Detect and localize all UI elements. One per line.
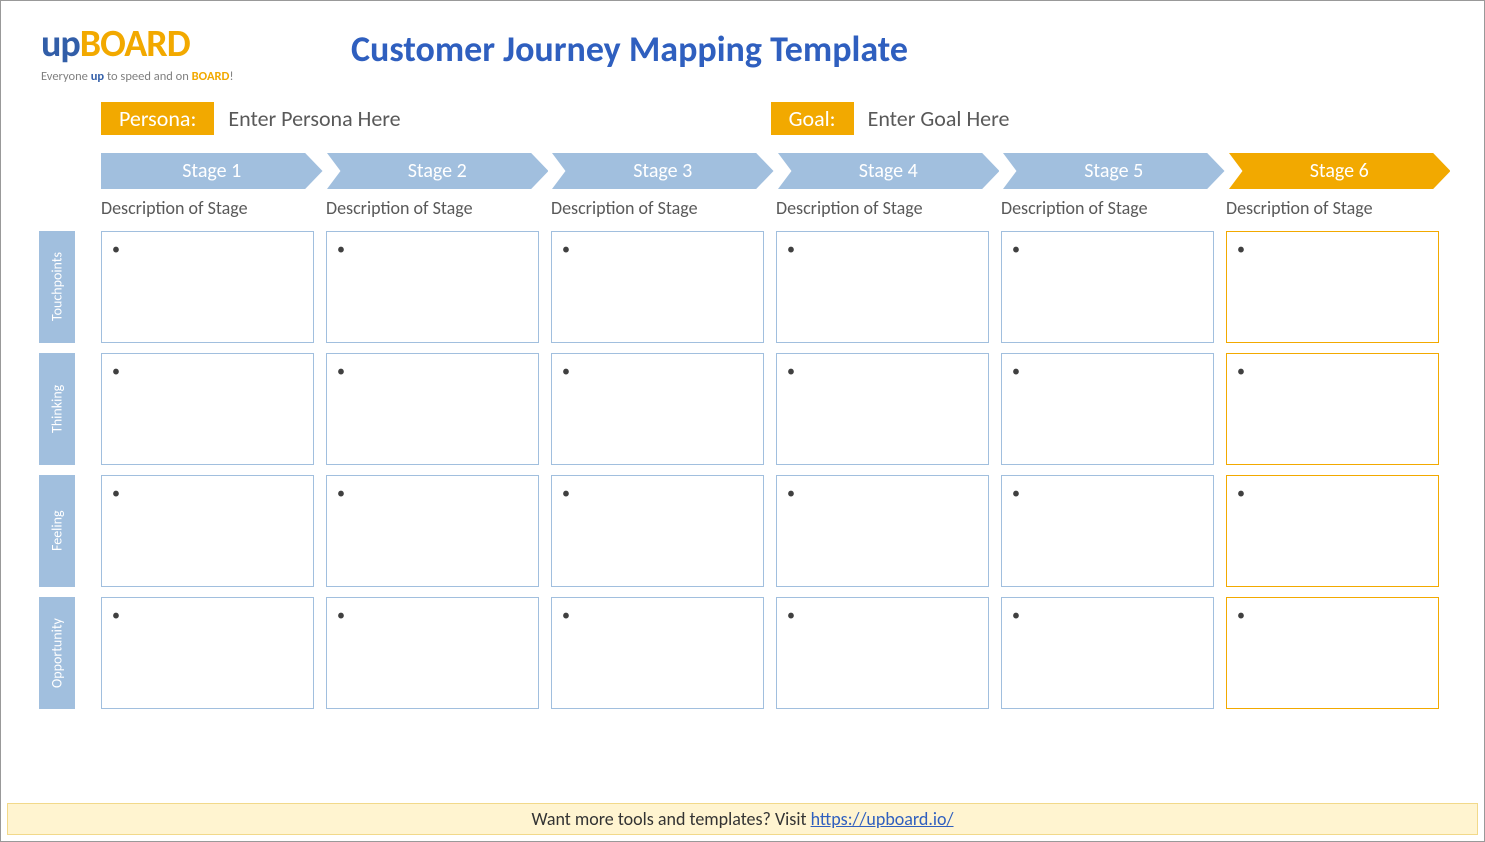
cell-touchpoints-stage4[interactable] bbox=[776, 231, 989, 343]
cell-touchpoints-stage1[interactable] bbox=[101, 231, 314, 343]
cell-thinking-stage2[interactable] bbox=[326, 353, 539, 465]
cell-thinking-stage4[interactable] bbox=[776, 353, 989, 465]
goal-input[interactable]: Enter Goal Here bbox=[868, 105, 1010, 132]
row-label-feeling: Feeling bbox=[39, 475, 75, 587]
grid-col-2 bbox=[326, 231, 539, 709]
cell-feeling-stage1[interactable] bbox=[101, 475, 314, 587]
stage-name: Stage 4 bbox=[859, 159, 918, 183]
logo: upBOARD bbox=[41, 21, 321, 67]
row-label-opportunity: Opportunity bbox=[39, 597, 75, 709]
inputs-row: Persona: Enter Persona Here Goal: Enter … bbox=[1, 84, 1484, 135]
stage-desc-3[interactable]: Description of Stage bbox=[551, 197, 764, 219]
footer-bar: Want more tools and templates? Visit htt… bbox=[7, 803, 1478, 835]
stage-desc-2[interactable]: Description of Stage bbox=[326, 197, 539, 219]
persona-label: Persona: bbox=[101, 102, 214, 135]
cell-feeling-stage6[interactable] bbox=[1226, 475, 1439, 587]
row-label-thinking: Thinking bbox=[39, 353, 75, 465]
goal-block: Goal: Enter Goal Here bbox=[771, 102, 1010, 135]
stage-desc-4[interactable]: Description of Stage bbox=[776, 197, 989, 219]
cell-touchpoints-stage2[interactable] bbox=[326, 231, 539, 343]
cell-opportunity-stage5[interactable] bbox=[1001, 597, 1214, 709]
row-labels: Touchpoints Thinking Feeling Opportunity bbox=[39, 231, 89, 709]
stage-desc-6[interactable]: Description of Stage bbox=[1226, 197, 1439, 219]
stage-desc-row: Description of Stage Description of Stage… bbox=[1, 189, 1484, 219]
cell-feeling-stage5[interactable] bbox=[1001, 475, 1214, 587]
stage-name: Stage 5 bbox=[1084, 159, 1143, 183]
cell-opportunity-stage1[interactable] bbox=[101, 597, 314, 709]
stage-name: Stage 2 bbox=[408, 159, 467, 183]
cell-thinking-stage6[interactable] bbox=[1226, 353, 1439, 465]
grid-col-6 bbox=[1226, 231, 1439, 709]
cell-feeling-stage4[interactable] bbox=[776, 475, 989, 587]
stage-chevron-1: Stage 1 bbox=[101, 153, 323, 189]
stage-chevron-4: Stage 4 bbox=[778, 153, 1000, 189]
cell-opportunity-stage3[interactable] bbox=[551, 597, 764, 709]
cell-thinking-stage3[interactable] bbox=[551, 353, 764, 465]
grid-col-1 bbox=[101, 231, 314, 709]
cell-feeling-stage2[interactable] bbox=[326, 475, 539, 587]
goal-label: Goal: bbox=[771, 102, 854, 135]
stage-chevron-6: Stage 6 bbox=[1229, 153, 1451, 189]
footer-link[interactable]: https://upboard.io/ bbox=[811, 808, 954, 830]
logo-part-board: BOARD bbox=[80, 21, 190, 67]
stage-name: Stage 3 bbox=[633, 159, 692, 183]
cell-touchpoints-stage6[interactable] bbox=[1226, 231, 1439, 343]
stage-desc-1[interactable]: Description of Stage bbox=[101, 197, 314, 219]
row-label-touchpoints: Touchpoints bbox=[39, 231, 75, 343]
cell-touchpoints-stage5[interactable] bbox=[1001, 231, 1214, 343]
grid-area: Touchpoints Thinking Feeling Opportunity bbox=[1, 219, 1484, 709]
cell-touchpoints-stage3[interactable] bbox=[551, 231, 764, 343]
cell-thinking-stage5[interactable] bbox=[1001, 353, 1214, 465]
cell-opportunity-stage6[interactable] bbox=[1226, 597, 1439, 709]
grid-columns bbox=[101, 231, 1439, 709]
stage-name: Stage 6 bbox=[1310, 159, 1369, 183]
grid-col-3 bbox=[551, 231, 764, 709]
stage-chevron-5: Stage 5 bbox=[1003, 153, 1225, 189]
stage-chevron-2: Stage 2 bbox=[327, 153, 549, 189]
stage-chevron-3: Stage 3 bbox=[552, 153, 774, 189]
tagline: Everyone up to speed and on BOARD! bbox=[41, 69, 321, 84]
cell-thinking-stage1[interactable] bbox=[101, 353, 314, 465]
logo-block: upBOARD Everyone up to speed and on BOAR… bbox=[41, 21, 321, 84]
persona-input[interactable]: Enter Persona Here bbox=[228, 105, 400, 132]
cell-feeling-stage3[interactable] bbox=[551, 475, 764, 587]
stage-desc-5[interactable]: Description of Stage bbox=[1001, 197, 1214, 219]
page-title: Customer Journey Mapping Template bbox=[351, 27, 908, 71]
cell-opportunity-stage4[interactable] bbox=[776, 597, 989, 709]
persona-block: Persona: Enter Persona Here bbox=[101, 102, 401, 135]
cell-opportunity-stage2[interactable] bbox=[326, 597, 539, 709]
stage-chevron-row: Stage 1 Stage 2 Stage 3 Stage 4 Stage 5 Stage… bbox=[1, 135, 1484, 189]
logo-part-up: up bbox=[41, 21, 80, 67]
stage-name: Stage 1 bbox=[182, 159, 241, 183]
grid-col-5 bbox=[1001, 231, 1214, 709]
header: upBOARD Everyone up to speed and on BOAR… bbox=[1, 1, 1484, 84]
grid-col-4 bbox=[776, 231, 989, 709]
footer-text: Want more tools and templates? Visit bbox=[531, 808, 810, 830]
